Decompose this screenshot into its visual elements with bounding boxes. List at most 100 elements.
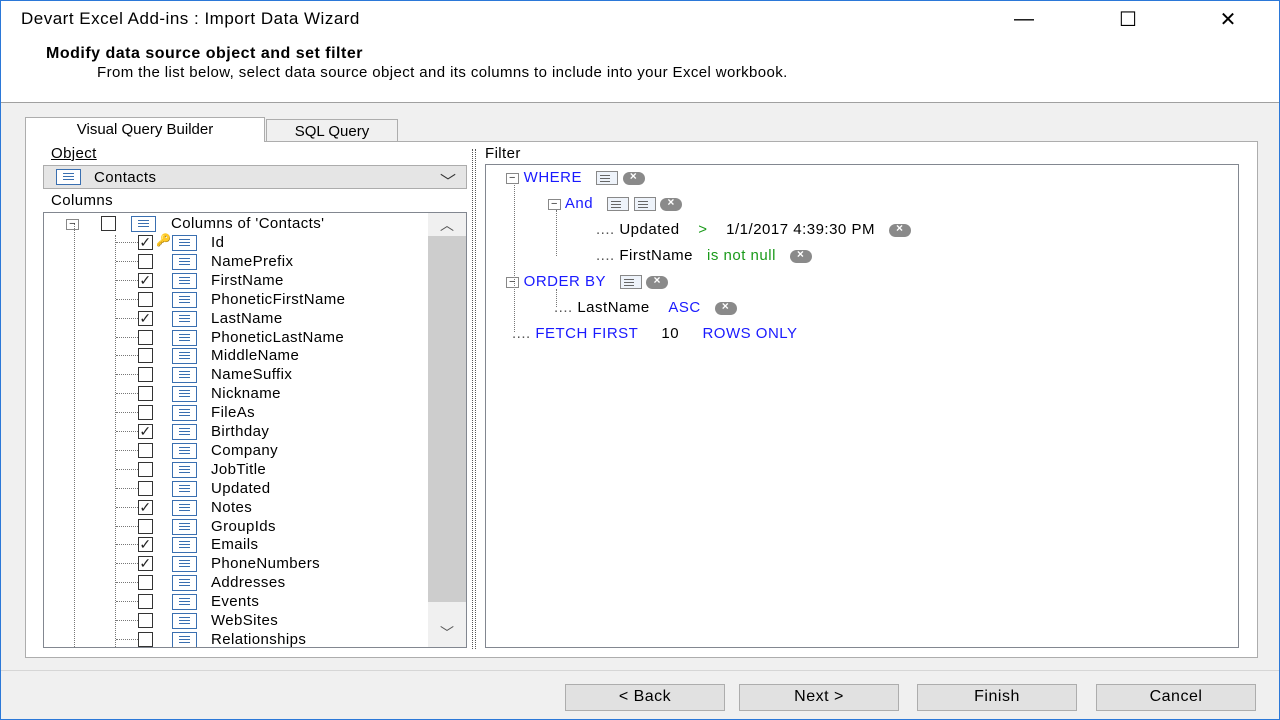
column-checkbox[interactable] [138, 291, 153, 307]
fetch-first-keyword[interactable]: FETCH FIRST [535, 325, 638, 342]
order-field[interactable]: LastName [577, 299, 649, 316]
column-checkbox[interactable] [138, 253, 153, 269]
close-icon[interactable]: ✕ [1205, 1, 1251, 37]
condition-operator[interactable]: is not null [707, 247, 776, 264]
delete-icon[interactable] [660, 195, 683, 211]
column-checkbox[interactable]: ✓ [138, 272, 153, 288]
column-row[interactable]: GroupIds [44, 517, 428, 536]
cancel-button[interactable]: Cancel [1096, 684, 1256, 711]
add-group-icon[interactable] [607, 197, 630, 212]
and-node[interactable]: − And [548, 195, 683, 212]
column-checkbox[interactable]: ✓ [138, 424, 153, 439]
columns-label: Columns [51, 192, 113, 209]
column-checkbox[interactable] [138, 405, 153, 421]
where-keyword[interactable]: WHERE [524, 169, 582, 186]
column-checkbox[interactable] [138, 348, 153, 364]
column-row[interactable]: ✓ Emails [44, 535, 428, 554]
column-row[interactable]: WebSites [44, 611, 428, 630]
column-row[interactable]: ✓ PhoneNumbers [44, 554, 428, 573]
column-row[interactable]: JobTitle [44, 460, 428, 479]
finish-button[interactable]: Finish [917, 684, 1077, 711]
rows-only-keyword[interactable]: ROWS ONLY [702, 325, 797, 342]
column-checkbox[interactable] [138, 442, 153, 458]
column-row[interactable]: ✓ 🔑 Id [44, 233, 428, 252]
column-row[interactable]: ✓ FirstName [44, 271, 428, 290]
column-row[interactable]: PhoneticFirstName [44, 290, 428, 309]
column-checkbox[interactable]: ✓ [138, 235, 153, 250]
column-checkbox[interactable] [138, 480, 153, 496]
collapse-icon[interactable]: − [506, 172, 519, 184]
column-checkbox[interactable] [138, 386, 153, 402]
column-row[interactable]: ✓ LastName [44, 309, 428, 328]
column-checkbox[interactable] [138, 367, 153, 383]
column-checkbox[interactable] [138, 518, 153, 534]
where-node[interactable]: − WHERE [506, 169, 645, 186]
column-checkbox[interactable] [138, 329, 153, 345]
order-by-keyword[interactable]: ORDER BY [524, 273, 606, 290]
tab-sql-query[interactable]: SQL Query [266, 119, 398, 143]
condition-field[interactable]: Updated [619, 221, 679, 238]
column-icon [172, 348, 197, 365]
delete-icon[interactable] [714, 299, 737, 315]
scroll-down-icon[interactable]: ﹀ [428, 623, 466, 645]
fetch-count[interactable]: 10 [661, 325, 679, 342]
maximize-icon[interactable]: ☐ [1105, 1, 1151, 37]
column-row[interactable]: FileAs [44, 403, 428, 422]
column-checkbox[interactable] [138, 594, 153, 610]
and-keyword[interactable]: And [565, 195, 593, 212]
column-checkbox[interactable] [138, 613, 153, 628]
order-direction[interactable]: ASC [668, 299, 700, 316]
object-select[interactable]: Contacts ﹀ [43, 165, 467, 192]
column-row[interactable]: ✓ Notes [44, 498, 428, 517]
column-row[interactable]: Updated [44, 479, 428, 498]
delete-icon[interactable] [646, 273, 669, 289]
condition-firstname[interactable]: .... FirstName is not null [596, 247, 812, 264]
back-button[interactable]: < Back [565, 684, 725, 711]
tab-visual-query-builder[interactable]: Visual Query Builder [25, 117, 265, 142]
column-row[interactable]: MiddleName [44, 346, 428, 365]
root-checkbox[interactable] [101, 216, 116, 231]
column-checkbox[interactable] [138, 575, 153, 591]
column-checkbox[interactable]: ✓ [138, 537, 153, 553]
column-row[interactable]: Nickname [44, 384, 428, 403]
tree-root[interactable]: − Columns of 'Contacts' [44, 214, 428, 233]
collapse-icon[interactable]: − [66, 219, 79, 230]
column-row[interactable]: Relationships [44, 630, 428, 647]
columns-scrollbar[interactable]: ︿ ﹀ [428, 213, 466, 647]
condition-operator[interactable]: > [698, 221, 707, 238]
order-lastname[interactable]: .... LastName ASC [554, 299, 737, 316]
collapse-icon[interactable]: − [506, 276, 519, 288]
delete-icon[interactable] [888, 221, 911, 237]
column-icon [172, 537, 197, 554]
column-checkbox[interactable] [138, 461, 153, 477]
delete-icon[interactable] [622, 169, 645, 185]
delete-icon[interactable] [789, 247, 812, 263]
condition-value[interactable]: 1/1/2017 4:39:30 PM [726, 221, 875, 238]
collapse-icon[interactable]: − [548, 198, 561, 210]
column-row[interactable]: Addresses [44, 573, 428, 592]
scroll-thumb[interactable] [428, 236, 466, 602]
column-checkbox[interactable]: ✓ [138, 499, 153, 515]
column-checkbox[interactable]: ✓ [138, 310, 153, 326]
scroll-up-icon[interactable]: ︿ [428, 215, 466, 237]
condition-field[interactable]: FirstName [619, 247, 693, 264]
fetch-first-node[interactable]: .... FETCH FIRST 10 ROWS ONLY [512, 325, 798, 342]
column-row[interactable]: NamePrefix [44, 252, 428, 271]
add-condition-icon[interactable] [633, 197, 656, 212]
order-by-node[interactable]: − ORDER BY [506, 273, 669, 290]
chevron-down-icon[interactable]: ﹀ [440, 168, 456, 192]
minimize-icon[interactable]: — [1001, 1, 1047, 37]
condition-updated[interactable]: .... Updated > 1/1/2017 4:39:30 PM [596, 221, 911, 238]
panel-splitter[interactable] [472, 149, 476, 649]
add-sort-icon[interactable] [619, 275, 642, 290]
next-button[interactable]: Next > [739, 684, 899, 711]
add-condition-icon[interactable] [596, 171, 619, 186]
column-row[interactable]: Events [44, 592, 428, 611]
column-checkbox[interactable] [138, 631, 153, 647]
column-checkbox[interactable]: ✓ [138, 556, 153, 572]
column-row[interactable]: Company [44, 441, 428, 460]
column-row[interactable]: NameSuffix [44, 365, 428, 384]
column-icon [172, 613, 197, 629]
column-row[interactable]: PhoneticLastName [44, 328, 428, 347]
column-row[interactable]: ✓ Birthday [44, 422, 428, 441]
